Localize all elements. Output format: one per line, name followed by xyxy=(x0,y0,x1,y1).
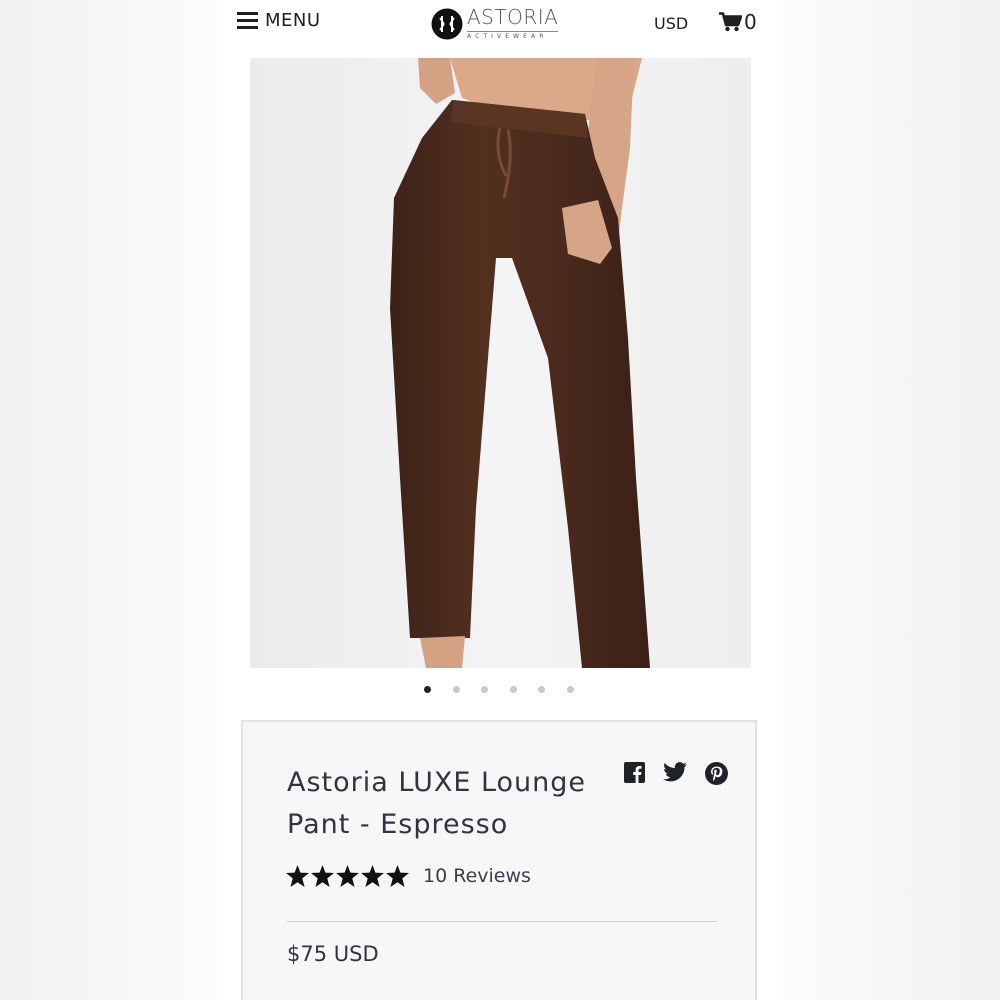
cart-icon xyxy=(719,12,742,32)
brand-logo[interactable]: ASTORIA ACTIVEWEAR xyxy=(431,5,559,40)
pinterest-share-button[interactable] xyxy=(705,762,728,789)
carousel-dot[interactable] xyxy=(509,686,517,693)
product-title: Astoria LUXE Lounge Pant - Espresso xyxy=(287,767,587,840)
star-icon xyxy=(386,865,409,887)
star-icon xyxy=(336,865,359,887)
brand-subtitle: ACTIVEWEAR xyxy=(467,31,559,40)
cart-button[interactable]: 0 xyxy=(719,10,757,34)
menu-label: MENU xyxy=(265,10,321,31)
facebook-icon xyxy=(624,762,645,783)
carousel-dot[interactable] xyxy=(424,686,431,693)
twitter-share-button[interactable] xyxy=(663,762,687,789)
pant-photo xyxy=(250,58,751,668)
site-header: MENU ASTORIA ACTIVEWEAR USD 0 xyxy=(219,0,782,48)
pinterest-icon xyxy=(705,762,728,785)
product-image[interactable] xyxy=(250,58,751,668)
carousel-dot[interactable] xyxy=(538,686,545,693)
product-info-card: Astoria LUXE Lounge Pant - Espresso 10 R… xyxy=(241,720,757,1000)
star-icon xyxy=(361,865,384,887)
twitter-icon xyxy=(663,762,687,782)
mobile-page: MENU ASTORIA ACTIVEWEAR USD 0 Astoria LU… xyxy=(219,0,782,1000)
carousel-dots xyxy=(424,686,595,693)
star-rating xyxy=(286,865,411,887)
star-icon xyxy=(311,865,334,887)
brand-name: ASTORIA xyxy=(467,5,559,29)
logo-mark-icon xyxy=(431,8,463,39)
product-price: $75 USD xyxy=(287,942,379,966)
currency-selector[interactable]: USD xyxy=(654,14,688,33)
divider xyxy=(287,921,717,922)
carousel-dot[interactable] xyxy=(481,686,488,693)
carousel-dot[interactable] xyxy=(566,686,574,693)
social-share xyxy=(624,762,746,789)
carousel-dot[interactable] xyxy=(452,686,460,693)
product-rating[interactable]: 10 Reviews xyxy=(286,865,531,887)
reviews-link[interactable]: 10 Reviews xyxy=(423,865,531,887)
cart-count: 0 xyxy=(744,10,757,34)
facebook-share-button[interactable] xyxy=(624,762,645,789)
menu-button[interactable]: MENU xyxy=(237,10,321,31)
star-icon xyxy=(286,865,309,887)
hamburger-icon xyxy=(237,12,258,29)
